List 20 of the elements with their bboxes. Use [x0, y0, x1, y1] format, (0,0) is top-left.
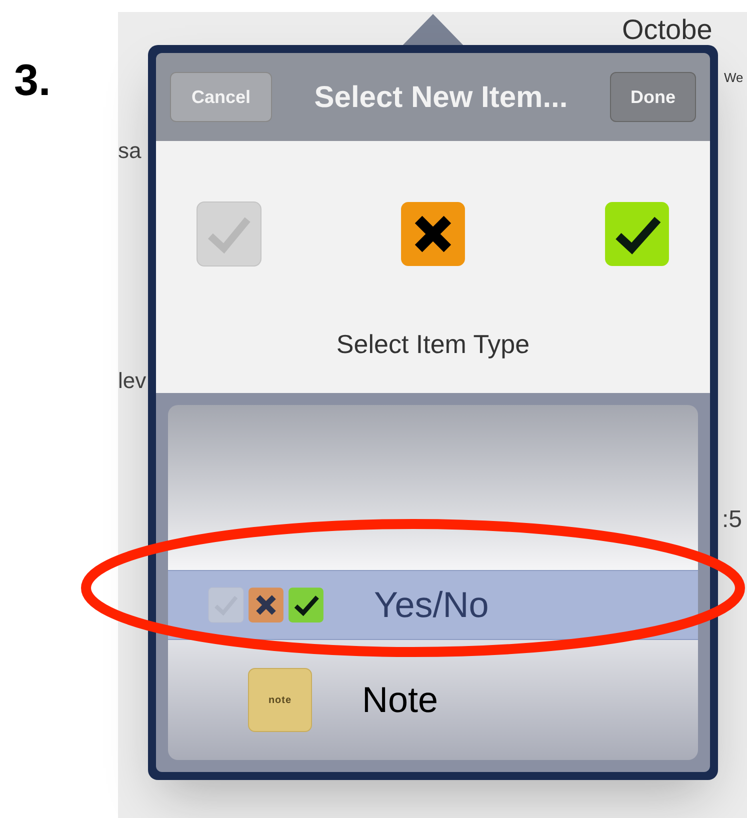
picker-label: Yes/No	[374, 583, 489, 627]
time-fragment: :5	[722, 505, 742, 535]
picker-row[interactable]: note Note	[168, 640, 698, 760]
month-title: Octobe	[622, 16, 712, 44]
note-icon: note	[248, 668, 312, 732]
type-caption: Select Item Type	[335, 328, 531, 362]
text-fragment: lev	[118, 367, 146, 395]
checkmark-tile-icon	[604, 201, 670, 268]
done-button[interactable]: Done	[610, 72, 696, 122]
checkmark-tile-icon	[196, 201, 262, 268]
checkmark-tile-icon	[288, 587, 324, 623]
text-fragment: sa	[118, 137, 142, 165]
cross-tile-icon	[248, 587, 284, 623]
step-number: 3.	[14, 55, 51, 107]
weekday-label: We	[724, 69, 744, 87]
picker-wheel[interactable]: Yes/No note Note	[156, 393, 710, 772]
picker-row[interactable]: Yes/No	[168, 570, 698, 640]
picker-label: Note	[362, 678, 438, 722]
popover-title: Select New Item...	[313, 80, 569, 116]
cross-tile-icon	[400, 201, 466, 268]
